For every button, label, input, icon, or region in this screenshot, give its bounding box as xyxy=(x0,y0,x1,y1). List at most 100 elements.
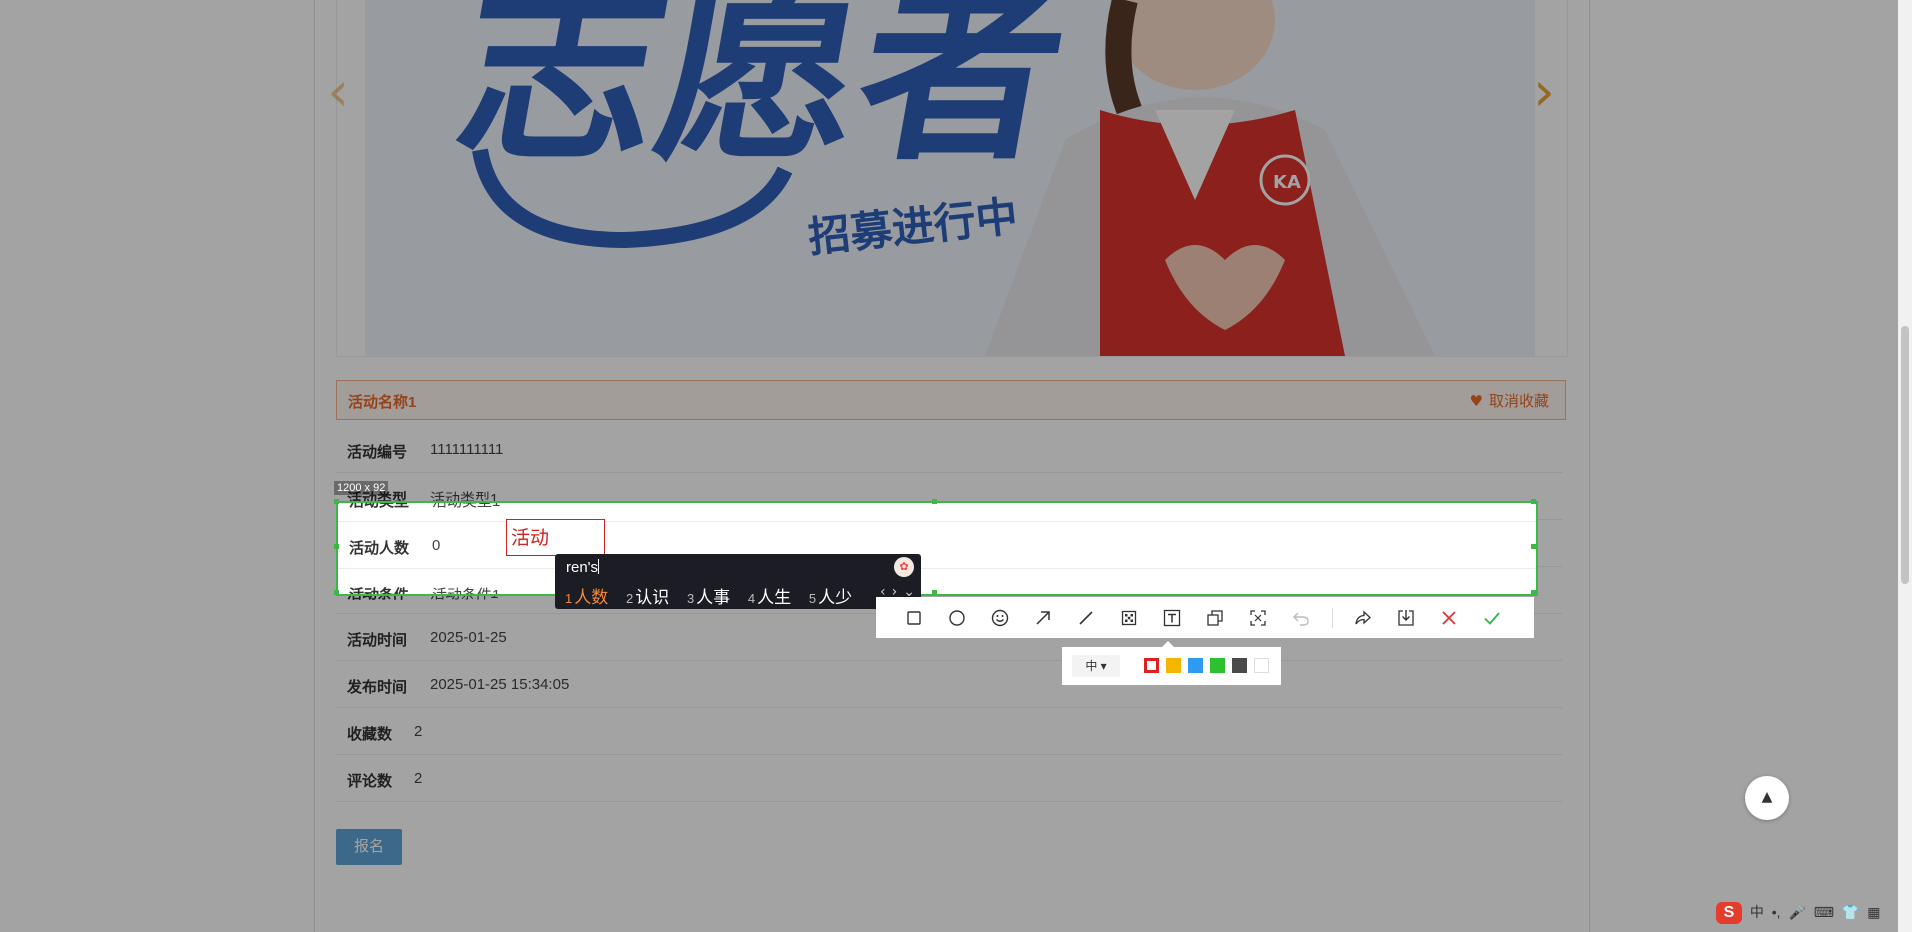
color-swatch-red[interactable] xyxy=(1144,658,1159,673)
activity-title: 活动名称1 xyxy=(348,394,417,411)
microphone-icon[interactable]: 🎤 xyxy=(1788,904,1805,921)
candidate-text: 人事 xyxy=(696,588,731,607)
resize-handle[interactable] xyxy=(334,499,339,504)
text-tool-icon[interactable] xyxy=(1160,606,1184,630)
banner-headline: 志愿者 xyxy=(442,0,1083,188)
resize-handle[interactable] xyxy=(334,590,339,595)
candidate-number: 4 xyxy=(747,591,756,606)
rectangle-tool-icon[interactable] xyxy=(902,606,926,630)
ime-language-indicator[interactable]: 中 xyxy=(1750,902,1764,922)
color-swatch-white[interactable] xyxy=(1254,658,1269,673)
scrollbar-thumb[interactable] xyxy=(1901,326,1909,584)
detail-row: 活动条件 活动条件1 xyxy=(338,569,1536,596)
text-style-subbar: 中 ▾ xyxy=(1062,641,1281,685)
candidate-number: 1 xyxy=(565,591,573,606)
candidate-text: 人数 xyxy=(574,588,609,607)
ime-candidate[interactable]: 4 人生 xyxy=(748,588,791,607)
shirt-icon[interactable]: 👕 xyxy=(1842,904,1859,921)
ime-candidates: 1 人数 2 认识 3 人事 4 人生 5 人少 xyxy=(565,583,865,608)
field-value: 2 xyxy=(414,770,423,787)
field-value: 2 xyxy=(414,723,423,740)
candidate-number: 3 xyxy=(686,591,695,606)
candidate-number: 5 xyxy=(808,591,817,606)
ime-candidate[interactable]: 3 人事 xyxy=(687,588,730,607)
ime-candidate-window: ren's ✿ 1 人数 2 认识 3 人事 4 人生 5 人少 ‹ › ⌄ xyxy=(555,554,921,609)
screenshot-toolbar xyxy=(876,597,1534,638)
checkmark-icon[interactable] xyxy=(1480,606,1504,630)
back-to-top-button[interactable]: ▲ xyxy=(1745,776,1789,820)
resize-handle[interactable] xyxy=(334,544,339,549)
pin-tool-icon[interactable] xyxy=(1203,606,1227,630)
field-value: 2025-01-25 xyxy=(430,629,507,646)
resize-handle[interactable] xyxy=(1531,590,1536,595)
field-value: 0 xyxy=(432,537,441,554)
ime-composition: ren's xyxy=(566,559,600,576)
ocr-tool-icon[interactable] xyxy=(1246,606,1270,630)
ime-candidate[interactable]: 2 认识 xyxy=(626,588,669,607)
resize-handle[interactable] xyxy=(1531,544,1536,549)
page-scrollbar[interactable] xyxy=(1898,0,1912,932)
field-value: 1111111111 xyxy=(430,441,504,458)
detail-row: 评论数 2 xyxy=(336,755,1562,802)
banner-badge-text: KA xyxy=(1273,172,1301,193)
font-size-select[interactable]: 中 ▾ xyxy=(1072,655,1120,677)
detail-row: 发布时间 2025-01-25 15:34:05 xyxy=(336,661,1562,708)
color-swatch-green[interactable] xyxy=(1210,658,1225,673)
field-value: 活动类型1 xyxy=(432,501,501,510)
resize-handle[interactable] xyxy=(1531,499,1536,504)
emoji-tool-icon[interactable] xyxy=(988,606,1012,630)
unfavorite-button[interactable]: ♥ 取消收藏 xyxy=(1470,390,1549,411)
arrow-tool-icon[interactable] xyxy=(1031,606,1055,630)
ellipse-tool-icon[interactable] xyxy=(945,606,969,630)
candidate-text: 人少 xyxy=(818,588,853,607)
candidate-text: 人生 xyxy=(757,588,792,607)
field-value: 活动条件1 xyxy=(432,587,501,596)
grid-icon[interactable]: ▦ xyxy=(1867,904,1880,921)
activity-title-bar: 活动名称1 ♥ 取消收藏 xyxy=(336,380,1566,420)
ime-composition-text: ren's xyxy=(566,559,599,576)
punctuation-indicator[interactable]: •, xyxy=(1772,904,1781,920)
sogou-ime-icon[interactable]: S xyxy=(1716,902,1742,924)
line-tool-icon[interactable] xyxy=(1074,606,1098,630)
carousel-prev-arrow[interactable]: ‹ xyxy=(321,65,355,119)
share-tool-icon[interactable] xyxy=(1351,606,1375,630)
selection-size-label: 1200 x 92 xyxy=(334,481,389,495)
candidate-number: 2 xyxy=(625,591,634,606)
field-label: 发布时间 xyxy=(347,679,408,696)
heart-icon: ♥ xyxy=(1469,392,1483,410)
detail-row: 收藏数 2 xyxy=(336,708,1562,755)
ime-candidate[interactable]: 5 人少 xyxy=(809,588,852,607)
text-annotation-box[interactable]: 活动 xyxy=(506,519,605,556)
color-swatch-gray[interactable] xyxy=(1232,658,1247,673)
resize-handle[interactable] xyxy=(932,499,937,504)
banner-image: 志愿者 招募进行中 KA xyxy=(365,0,1535,356)
ime-logo-icon: ✿ xyxy=(894,557,914,577)
close-icon[interactable] xyxy=(1437,606,1461,630)
page: 志愿者 招募进行中 KA ‹ › 活动名称1 ♥ 取消收藏 活动编号 1111111… xyxy=(0,0,1912,932)
carousel-next-arrow[interactable]: › xyxy=(1527,65,1561,119)
field-label: 收藏数 xyxy=(347,726,393,743)
color-swatch-blue[interactable] xyxy=(1188,658,1203,673)
field-label: 活动人数 xyxy=(349,540,410,557)
undo-tool-icon[interactable] xyxy=(1289,606,1313,630)
field-label: 活动条件 xyxy=(349,587,410,596)
image-carousel: 志愿者 招募进行中 KA ‹ › xyxy=(327,0,1568,357)
ime-candidate[interactable]: 1 人数 xyxy=(565,588,608,607)
font-size-value: 中 xyxy=(1085,659,1098,673)
save-tool-icon[interactable] xyxy=(1394,606,1418,630)
mosaic-tool-icon[interactable] xyxy=(1117,606,1141,630)
system-tray: S 中 •, 🎤 ⌨ 👕 ▦ xyxy=(1712,902,1912,932)
signup-button[interactable]: 报名 xyxy=(336,829,402,865)
chevron-up-icon: ▲ xyxy=(1761,789,1773,805)
field-value: 2025-01-25 15:34:05 xyxy=(430,676,570,693)
candidate-text: 认识 xyxy=(635,588,670,607)
color-swatch-yellow[interactable] xyxy=(1166,658,1181,673)
field-label: 活动类型 xyxy=(349,501,410,510)
field-label: 评论数 xyxy=(347,773,393,790)
field-label: 活动编号 xyxy=(347,444,408,461)
toolbar-divider xyxy=(1332,608,1333,628)
resize-handle[interactable] xyxy=(932,590,937,595)
keyboard-icon[interactable]: ⌨ xyxy=(1814,904,1834,921)
unfavorite-label: 取消收藏 xyxy=(1488,393,1549,410)
detail-row: 活动编号 1111111111 xyxy=(336,426,1562,473)
